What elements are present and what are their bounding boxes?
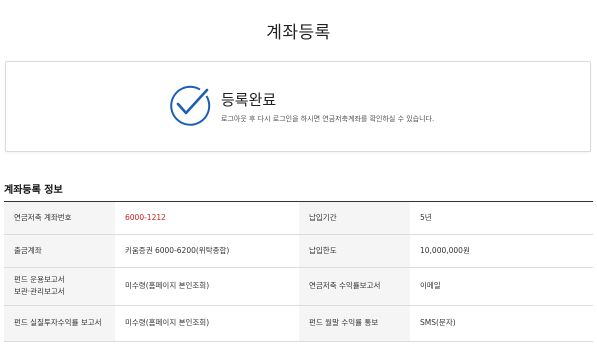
table-row: 펀드 운용보고서 보관·관리보고서 미수령(홈페이지 본인조회) 연금저축 수익… xyxy=(4,267,593,306)
completion-box: 등록완료 로그아웃 후 다시 로그인을 하시면 연금저축계좌를 확인하실 수 있… xyxy=(5,61,591,152)
value-return-report: 이메일 xyxy=(410,267,593,306)
label-payment-period: 납입기간 xyxy=(299,202,410,235)
label-return-report: 연금저축 수익률보고서 xyxy=(299,267,410,306)
label-payment-limit: 납입한도 xyxy=(299,234,410,268)
check-circle-icon xyxy=(170,85,211,126)
label-withdrawal-account: 출금계좌 xyxy=(4,234,115,268)
section-title: 계좌등록 정보 xyxy=(4,185,63,196)
value-fund-report: 미수령(홈페이지 본인조회) xyxy=(115,267,299,306)
table-row: 펀드 실질투자수익률 보고서 미수령(홈페이지 본인조회) 펀드 월말 수익률 … xyxy=(4,305,593,342)
page-title: 계좌등록 xyxy=(266,23,331,43)
value-payment-period: 5년 xyxy=(410,202,593,235)
value-account-number: 6000-1212 xyxy=(115,202,299,235)
completion-description: 로그아웃 후 다시 로그인을 하시면 연금저축계좌를 확인하실 수 있습니다. xyxy=(221,115,435,123)
table-row: 출금계좌 키움증권 6000-6200(위탁종합) 납입한도 10,000,00… xyxy=(4,234,593,268)
value-payment-limit: 10,000,000원 xyxy=(410,234,593,268)
value-real-return-report: 미수령(홈페이지 본인조회) xyxy=(115,305,299,342)
label-monthly-return-notice: 펀드 월말 수익률 통보 xyxy=(299,305,410,342)
account-info-table: 연금저축 계좌번호 6000-1212 납입기간 5년 출금계좌 키움증권 60… xyxy=(4,202,593,342)
label-real-return-report: 펀드 실질투자수익률 보고서 xyxy=(4,305,115,342)
completion-title: 등록완료 xyxy=(221,91,277,109)
value-monthly-return-notice: SMS(문자) xyxy=(410,305,593,342)
label-account-number: 연금저축 계좌번호 xyxy=(4,202,115,235)
label-fund-report: 펀드 운용보고서 보관·관리보고서 xyxy=(4,267,115,306)
table-row: 연금저축 계좌번호 6000-1212 납입기간 5년 xyxy=(4,202,593,235)
value-withdrawal-account: 키움증권 6000-6200(위탁종합) xyxy=(115,234,299,268)
